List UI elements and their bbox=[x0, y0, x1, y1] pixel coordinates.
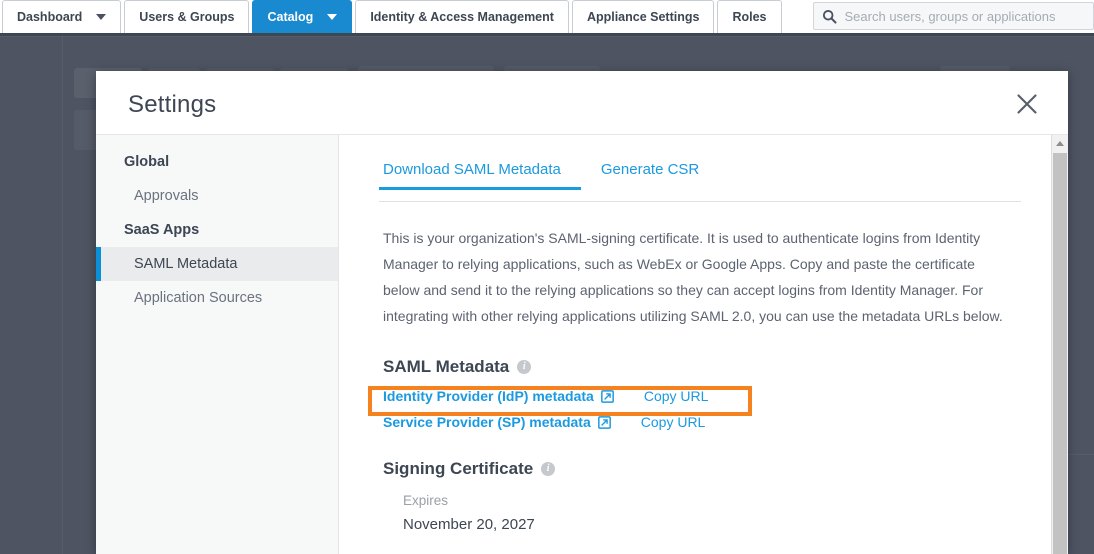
nav-tab-label: Identity & Access Management bbox=[370, 10, 554, 24]
modal-main-content: Download SAML Metadata Generate CSR This… bbox=[339, 135, 1068, 554]
idp-metadata-link[interactable]: Identity Provider (IdP) metadata bbox=[383, 388, 614, 404]
modal-body: Global Approvals SaaS Apps SAML Metadata… bbox=[96, 135, 1068, 554]
sp-metadata-row: Service Provider (SP) metadata Copy URL bbox=[383, 409, 1068, 435]
content-scrollbar[interactable] bbox=[1051, 135, 1068, 554]
nav-tab-roles[interactable]: Roles bbox=[717, 0, 782, 33]
tab-bar-divider bbox=[379, 201, 1021, 202]
sp-metadata-link[interactable]: Service Provider (SP) metadata bbox=[383, 414, 611, 430]
sidebar-group-global: Global bbox=[124, 154, 170, 170]
idp-metadata-row: Identity Provider (IdP) metadata Copy UR… bbox=[383, 383, 1068, 409]
nav-tab-users-groups[interactable]: Users & Groups bbox=[124, 0, 250, 33]
nav-tab-catalog[interactable]: Catalog bbox=[252, 0, 353, 33]
signing-certificate-heading: Signing Certificate i bbox=[383, 459, 1068, 479]
saml-metadata-heading: SAML Metadata i bbox=[383, 357, 1068, 377]
top-navigation-bar: Dashboard Users & Groups Catalog Identit… bbox=[0, 0, 1094, 36]
chevron-down-icon[interactable] bbox=[96, 14, 107, 20]
nav-tab-label: Appliance Settings bbox=[586, 10, 700, 24]
search-icon bbox=[822, 9, 837, 24]
nav-tab-identity-access-management[interactable]: Identity & Access Management bbox=[355, 0, 569, 33]
page-title: Settings bbox=[128, 91, 217, 118]
idp-metadata-link-label: Identity Provider (IdP) metadata bbox=[383, 388, 594, 404]
top-navigation-underline bbox=[0, 33, 1094, 36]
nav-tab-label: Roles bbox=[732, 10, 767, 24]
nav-tab-label: Catalog bbox=[267, 10, 314, 24]
settings-modal: Settings Global Approvals SaaS Apps SAML… bbox=[96, 71, 1068, 554]
app-root: Dashboard Users & Groups Catalog Identit… bbox=[0, 0, 1094, 554]
ghost-divider bbox=[62, 36, 63, 554]
chevron-down-icon[interactable] bbox=[327, 14, 338, 20]
search-input[interactable]: Search users, groups or applications bbox=[812, 2, 1094, 30]
copy-url-button-idp[interactable]: Copy URL bbox=[644, 388, 709, 404]
scrollbar-thumb[interactable] bbox=[1053, 153, 1067, 554]
copy-url-button-sp[interactable]: Copy URL bbox=[641, 414, 706, 430]
modal-sidebar: Global Approvals SaaS Apps SAML Metadata… bbox=[96, 135, 339, 554]
nav-tab-label: Users & Groups bbox=[139, 10, 235, 24]
close-icon bbox=[1017, 94, 1037, 114]
search-placeholder: Search users, groups or applications bbox=[844, 8, 1056, 24]
nav-tab-label: Dashboard bbox=[17, 10, 83, 24]
ghost-divider bbox=[0, 36, 1094, 37]
content-tab-bar: Download SAML Metadata Generate CSR bbox=[379, 161, 1068, 201]
nav-tab-dashboard[interactable]: Dashboard bbox=[2, 0, 122, 33]
expires-label: Expires bbox=[403, 493, 449, 508]
saml-metadata-heading-label: SAML Metadata bbox=[383, 357, 510, 376]
sidebar-item-saml-metadata[interactable]: SAML Metadata bbox=[96, 247, 338, 281]
sidebar-item-approvals[interactable]: Approvals bbox=[96, 179, 338, 213]
info-icon[interactable]: i bbox=[517, 360, 532, 374]
sp-metadata-link-label: Service Provider (SP) metadata bbox=[383, 414, 591, 430]
expires-value: November 20, 2027 bbox=[403, 516, 535, 533]
sidebar-item-application-sources[interactable]: Application Sources bbox=[96, 281, 338, 315]
external-link-icon bbox=[597, 415, 611, 429]
nav-tab-appliance-settings[interactable]: Appliance Settings bbox=[571, 0, 715, 33]
info-icon[interactable]: i bbox=[541, 462, 556, 476]
close-button[interactable] bbox=[1012, 89, 1042, 119]
modal-header: Settings bbox=[96, 71, 1068, 135]
signing-certificate-heading-label: Signing Certificate bbox=[383, 459, 534, 478]
sidebar-group-saas-apps: SaaS Apps bbox=[124, 222, 200, 238]
intro-paragraph: This is your organization's SAML-signing… bbox=[383, 230, 1003, 324]
tab-generate-csr[interactable]: Generate CSR bbox=[581, 161, 719, 190]
external-link-icon bbox=[600, 389, 614, 403]
scroll-up-arrow-icon[interactable] bbox=[1052, 135, 1068, 152]
tab-download-saml-metadata[interactable]: Download SAML Metadata bbox=[379, 161, 581, 190]
